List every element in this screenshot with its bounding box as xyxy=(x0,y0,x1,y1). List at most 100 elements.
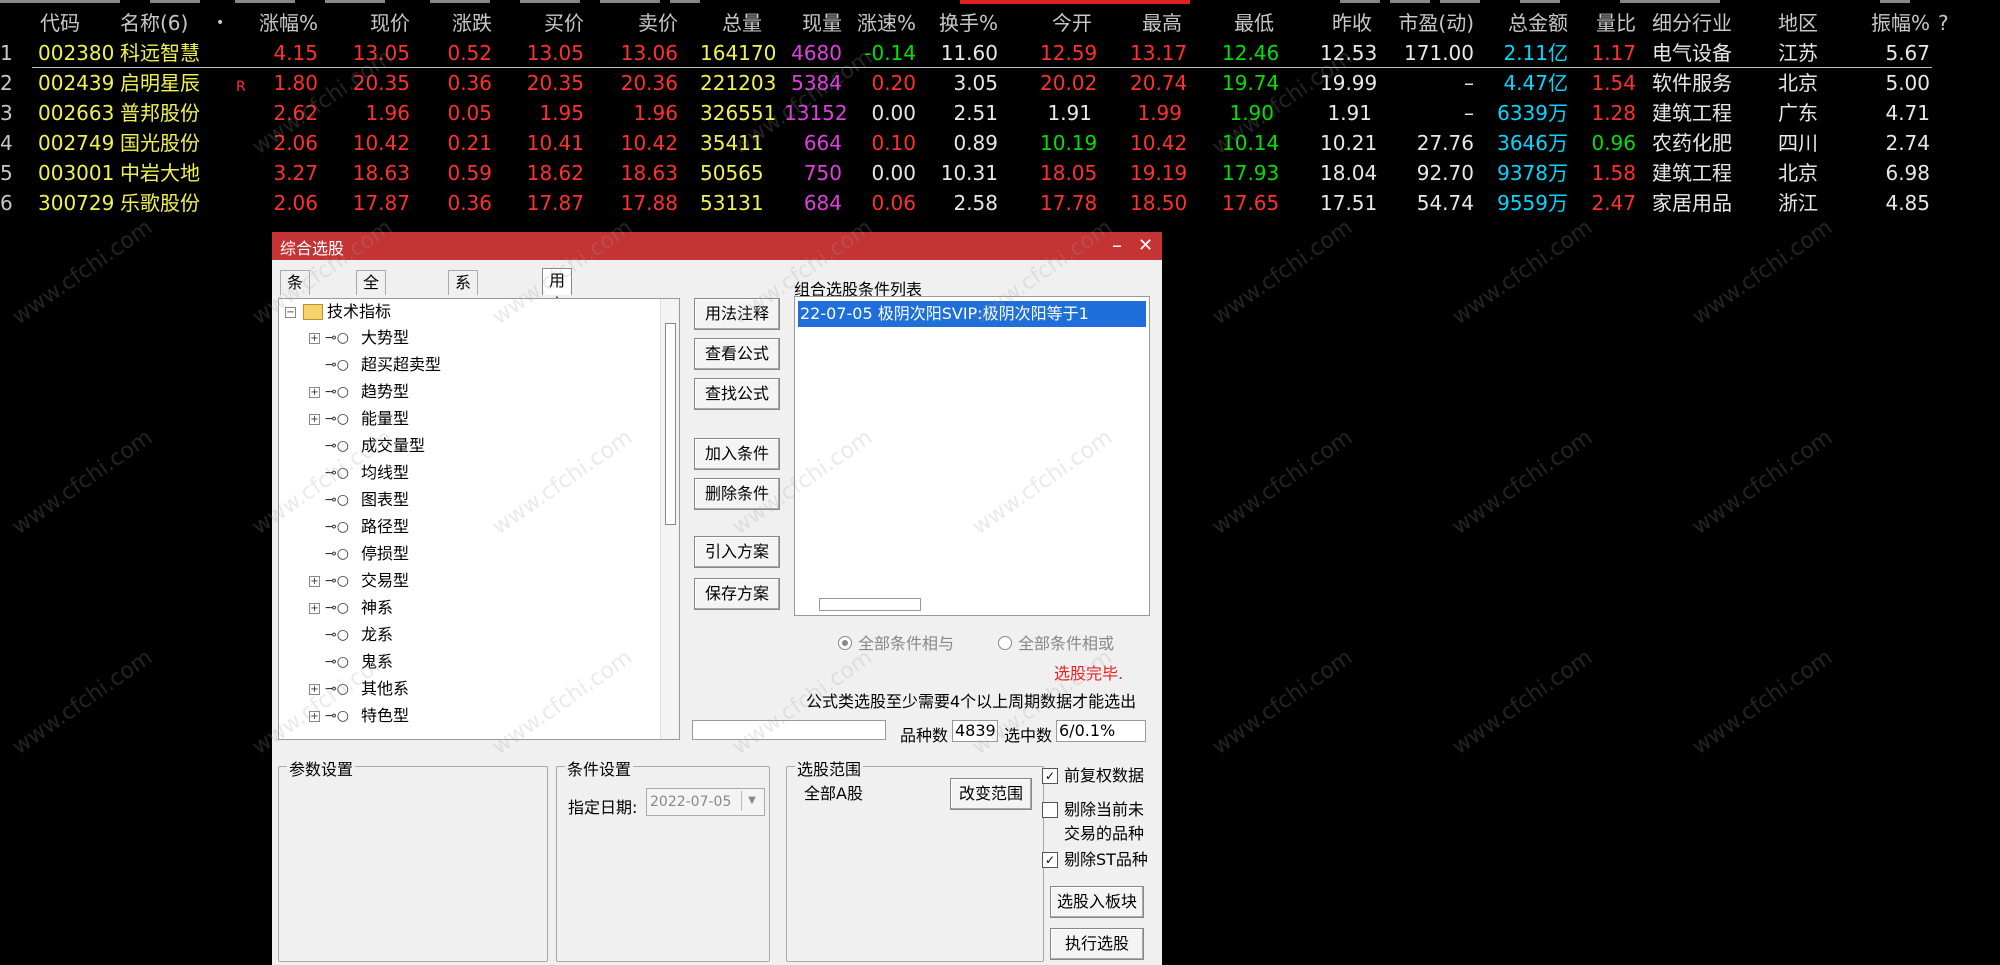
expand-icon[interactable]: + xyxy=(309,603,320,614)
header-volume[interactable]: 总量 xyxy=(700,8,762,38)
formula-key-icon: ⊸○ xyxy=(325,465,349,481)
cell-high: 18.50 xyxy=(1130,191,1188,215)
table-row[interactable]: 3 002663 普邦股份 2.62 1.96 0.05 1.95 1.96 326551 131… xyxy=(0,98,2000,128)
cell-cur: 4680 xyxy=(791,41,842,65)
header-turnover[interactable]: 换手% xyxy=(930,8,998,38)
watermark-text: www.cfchi.com xyxy=(1687,214,1838,331)
header-current-volume[interactable]: 现量 xyxy=(784,8,842,38)
condition-list-item[interactable]: 22-07-05 极阴次阳SVIP:极阴次阳等于1 xyxy=(798,301,1146,327)
cell-industry: 软件服务 xyxy=(1652,71,1732,95)
cell-vol: 164170 xyxy=(700,41,777,65)
view-formula-button[interactable]: 查看公式 xyxy=(694,338,780,370)
expand-icon[interactable]: + xyxy=(309,414,320,425)
chevron-down-icon[interactable]: ▼ xyxy=(741,791,762,811)
cell-ask: 13.06 xyxy=(620,41,678,65)
radio-all-and[interactable]: 全部条件相与 xyxy=(838,630,954,654)
cell-amp: 5.67 xyxy=(1885,41,1930,65)
expand-icon[interactable]: + xyxy=(309,684,320,695)
add-condition-button[interactable]: 加入条件 xyxy=(694,438,780,470)
scrollbar-thumb[interactable] xyxy=(665,323,676,525)
cell-pct: 2.62 xyxy=(273,101,318,125)
header-amplitude[interactable]: 振幅% xyxy=(1860,8,1930,38)
tree-item-label: 龙系 xyxy=(361,625,394,644)
cell-amount: 3646万 xyxy=(1497,131,1568,155)
header-speed[interactable]: 涨速% xyxy=(850,8,916,38)
date-select[interactable]: 2022-07-05 ▼ xyxy=(646,788,765,816)
header-ask[interactable]: 卖价 xyxy=(614,8,678,38)
find-formula-button[interactable]: 查找公式 xyxy=(694,378,780,410)
change-range-button[interactable]: 改变范围 xyxy=(950,778,1032,810)
header-name[interactable]: 名称(6) xyxy=(120,8,230,38)
header-low[interactable]: 最低 xyxy=(1222,8,1274,38)
stock-name: 普邦股份 xyxy=(120,101,200,125)
stock-code: 002663 xyxy=(38,101,115,125)
header-open[interactable]: 今开 xyxy=(1040,8,1092,38)
cell-turnover: 3.05 xyxy=(953,71,998,95)
cell-vol: 53131 xyxy=(700,191,764,215)
cell-bid: 17.87 xyxy=(526,191,584,215)
header-pct[interactable]: 涨幅% xyxy=(250,8,318,38)
minimize-icon[interactable]: – xyxy=(1112,233,1122,257)
condition-list[interactable]: 22-07-05 极阴次阳SVIP:极阴次阳等于1 xyxy=(794,296,1150,616)
top-toolbar-strip xyxy=(0,0,2000,8)
selected-value: 6/0.1% xyxy=(1056,720,1146,742)
expand-icon[interactable]: + xyxy=(309,576,320,587)
tab-system-conditions[interactable]: 系统条件 xyxy=(448,270,479,364)
radio-all-or[interactable]: 全部条件相或 xyxy=(998,630,1114,654)
checkbox-checked-icon[interactable]: ✓ xyxy=(1042,768,1058,784)
stock-code: 003001 xyxy=(38,161,115,185)
tree-item-label: 均线型 xyxy=(361,463,410,482)
tree-scrollbar[interactable] xyxy=(660,299,679,739)
header-bid[interactable]: 买价 xyxy=(520,8,584,38)
usage-note-button[interactable]: 用法注释 xyxy=(694,298,780,330)
dialog-titlebar[interactable]: 综合选股 – ✕ xyxy=(272,232,1162,260)
condition-list-hscroll[interactable] xyxy=(819,598,921,611)
cell-price: 10.42 xyxy=(352,131,410,155)
header-prev-close[interactable]: 昨收 xyxy=(1320,8,1372,38)
param-settings-group: 参数设置 xyxy=(278,756,548,962)
delete-condition-button[interactable]: 删除条件 xyxy=(694,478,780,510)
cell-ratio: 2.47 xyxy=(1591,191,1636,215)
header-volume-ratio[interactable]: 量比 xyxy=(1588,8,1636,38)
tab-user-conditions[interactable]: 用户条件 xyxy=(542,268,573,362)
cell-amp: 2.74 xyxy=(1885,131,1930,155)
help-icon[interactable]: ? xyxy=(1938,8,1949,38)
watermark-text: www.cfchi.com xyxy=(7,424,158,541)
row-index: 5 xyxy=(0,161,13,185)
checkbox-checked-icon[interactable]: ✓ xyxy=(1042,852,1058,868)
expand-icon[interactable]: + xyxy=(309,387,320,398)
watermark-text: www.cfchi.com xyxy=(1207,424,1358,541)
cell-pe: 92.70 xyxy=(1416,161,1474,185)
expand-icon[interactable]: + xyxy=(309,333,320,344)
table-row[interactable]: 1 002380 科远智慧 4.15 13.05 0.52 13.05 13.06 164170… xyxy=(0,38,2000,68)
checkbox-unchecked-icon[interactable] xyxy=(1042,802,1058,818)
stock-code: 002380 xyxy=(38,41,115,65)
tree-item-label: 成交量型 xyxy=(361,436,426,455)
header-industry[interactable]: 细分行业 xyxy=(1652,8,1752,38)
header-region[interactable]: 地区 xyxy=(1778,8,1828,38)
table-row[interactable]: 6 300729 乐歌股份 2.06 17.87 0.36 17.87 17.88 53131 6… xyxy=(0,188,2000,218)
cell-high: 20.74 xyxy=(1130,71,1188,95)
close-icon[interactable]: ✕ xyxy=(1138,235,1153,256)
header-change[interactable]: 涨跌 xyxy=(440,8,492,38)
header-high[interactable]: 最高 xyxy=(1130,8,1182,38)
select-to-block-button[interactable]: 选股入板块 xyxy=(1050,886,1144,918)
expand-icon[interactable]: + xyxy=(309,711,320,722)
cell-prev: 17.51 xyxy=(1320,191,1378,215)
header-pe[interactable]: 市盈(动) xyxy=(1390,8,1474,38)
table-row[interactable]: 2 002439 启明星辰 R 1.80 20.35 0.36 20.35 20.36 22120… xyxy=(0,68,2000,98)
watermark-text: www.cfchi.com xyxy=(7,214,158,331)
save-plan-button[interactable]: 保存方案 xyxy=(694,578,780,610)
tree-item-label: 其他系 xyxy=(361,679,410,698)
collapse-icon[interactable]: − xyxy=(285,307,296,318)
table-row[interactable]: 5 003001 中岩大地 3.27 18.63 0.59 18.62 18.63 50565 7… xyxy=(0,158,2000,188)
import-plan-button[interactable]: 引入方案 xyxy=(694,536,780,568)
tab-all-conditions[interactable]: 全部条件 xyxy=(356,270,387,364)
execute-selection-button[interactable]: 执行选股 xyxy=(1050,928,1144,960)
header-amount[interactable]: 总金额 xyxy=(1494,8,1568,38)
table-row[interactable]: 4 002749 国光股份 2.06 10.42 0.21 10.41 10.42 35411 6… xyxy=(0,128,2000,158)
cell-high: 10.42 xyxy=(1130,131,1188,155)
header-code[interactable]: 代码 xyxy=(40,8,106,38)
header-price[interactable]: 现价 xyxy=(348,8,410,38)
tab-condition-group[interactable]: 条件组 xyxy=(280,270,311,340)
